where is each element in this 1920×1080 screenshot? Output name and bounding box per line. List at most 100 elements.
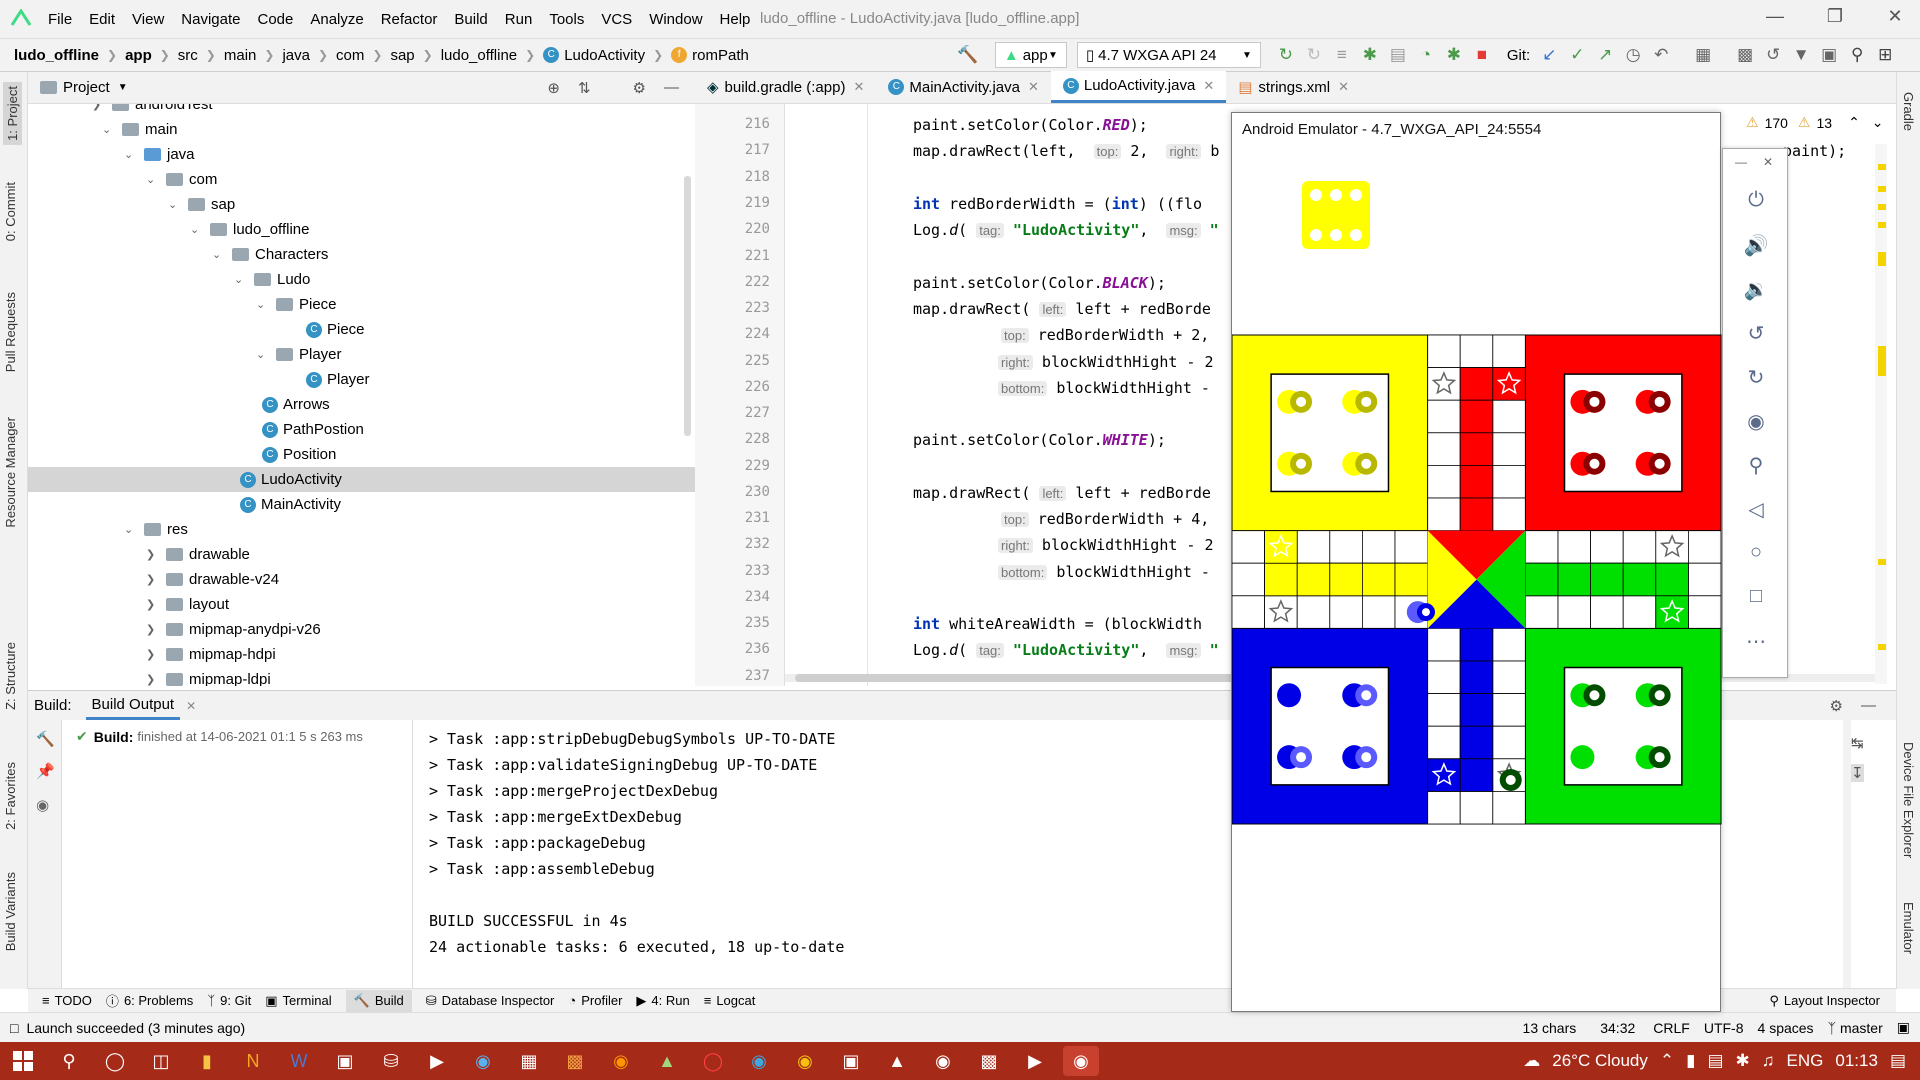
sdk-manager-icon[interactable]: ▼ <box>1790 44 1812 66</box>
word-icon[interactable]: W <box>281 1046 317 1076</box>
app-icon[interactable]: N <box>235 1046 271 1076</box>
tree-item[interactable]: ⌄ java <box>124 142 195 167</box>
ludo-game-screen[interactable] <box>1232 113 1722 1013</box>
minimize-icon[interactable]: — <box>1735 155 1747 169</box>
tree-item[interactable]: C Arrows <box>262 392 330 417</box>
task-view-icon[interactable]: ◫ <box>143 1046 179 1076</box>
editor-horizontal-scrollbar[interactable] <box>795 674 1235 682</box>
attach-debugger-icon[interactable]: ✱ <box>1443 44 1465 66</box>
menu-help[interactable]: Help <box>720 11 751 28</box>
tab-build-variants[interactable]: Build Variants <box>3 872 18 951</box>
tab-project[interactable]: 1: Project <box>3 82 22 145</box>
volume-up-icon[interactable]: 🔊 <box>1723 233 1789 258</box>
firefox-icon[interactable]: ◉ <box>603 1046 639 1076</box>
tab-run[interactable]: ▶ 4: Run <box>636 993 689 1009</box>
caret-position[interactable]: 34:32 <box>1600 1020 1635 1036</box>
app-icon[interactable]: ▶ <box>419 1046 455 1076</box>
hide-icon[interactable]: — <box>664 79 679 97</box>
hammer-build-icon[interactable]: 🔨 <box>957 44 979 66</box>
tab-logcat[interactable]: ≡ Logcat <box>704 993 756 1008</box>
tree-item[interactable]: ⌄ ludo_offline <box>190 217 309 242</box>
debug-icon[interactable]: ✱ <box>1359 44 1381 66</box>
gear-icon[interactable]: ⚙ <box>1830 697 1843 715</box>
tree-item[interactable]: ❯ drawable-v24 <box>146 567 279 592</box>
rollback-icon[interactable]: ↶ <box>1650 44 1672 66</box>
close-icon[interactable]: ✕ <box>1338 79 1349 95</box>
status-message[interactable]: Launch succeeded (3 minutes ago) <box>26 1020 245 1036</box>
menu-code[interactable]: Code <box>257 11 293 28</box>
tree-item[interactable]: ❯ layout <box>146 592 229 617</box>
breadcrumb-ludoactivity[interactable]: LudoActivity <box>564 47 645 64</box>
tree-item[interactable]: C PathPostion <box>262 417 364 442</box>
overview-icon[interactable]: □ <box>1723 585 1789 608</box>
avd-manager-icon[interactable]: ▩ <box>1734 44 1756 66</box>
menu-file[interactable]: File <box>48 11 72 28</box>
menu-window[interactable]: Window <box>649 11 702 28</box>
locate-icon[interactable]: ⊕ <box>547 79 560 97</box>
tree-item[interactable]: ❯ androidTest <box>92 104 213 117</box>
minimize-icon[interactable]: — <box>1760 6 1790 30</box>
git-push-icon[interactable]: ↗ <box>1594 44 1616 66</box>
menu-run[interactable]: Run <box>505 11 533 28</box>
windows-start-icon[interactable] <box>5 1046 41 1076</box>
menu-build[interactable]: Build <box>454 11 487 28</box>
tree-item-selected[interactable]: C LudoActivity <box>28 467 695 492</box>
app-icon[interactable]: ▣ <box>833 1046 869 1076</box>
search-icon[interactable]: ⚲ <box>1846 44 1868 66</box>
profile-icon[interactable]: ◔ <box>1415 44 1437 66</box>
tree-item[interactable]: C Player <box>306 367 370 392</box>
tab-mainactivity[interactable]: C MainActivity.java ✕ <box>876 71 1051 103</box>
close-icon[interactable]: ✕ <box>1203 78 1214 94</box>
wifi-icon[interactable]: ✱ <box>1736 1051 1750 1071</box>
tree-item[interactable]: ⌄ Piece <box>256 292 337 317</box>
app-icon[interactable]: ◉ <box>465 1046 501 1076</box>
volume-icon[interactable]: ♫ <box>1762 1051 1775 1071</box>
chrome-icon[interactable]: ◉ <box>787 1046 823 1076</box>
menu-edit[interactable]: Edit <box>89 11 115 28</box>
file-encoding[interactable]: UTF-8 <box>1704 1020 1744 1036</box>
back-icon[interactable]: ◁ <box>1723 497 1789 522</box>
soft-wrap-icon[interactable]: ↹ <box>1851 734 1864 752</box>
cortana-icon[interactable]: ◯ <box>97 1046 133 1076</box>
menu-analyze[interactable]: Analyze <box>310 11 363 28</box>
apply-changes-icon[interactable]: ↻ <box>1303 44 1325 66</box>
apply-code-changes-icon[interactable]: ≡ <box>1331 44 1353 66</box>
tab-pull-requests[interactable]: Pull Requests <box>3 292 18 372</box>
app-icon[interactable]: ◉ <box>925 1046 961 1076</box>
language-indicator[interactable]: ENG <box>1787 1051 1824 1071</box>
collapse-all-icon[interactable]: ⇅ <box>578 79 591 97</box>
edge-icon[interactable]: ◉ <box>741 1046 777 1076</box>
tree-item[interactable]: ❯ mipmap-ldpi <box>146 667 271 686</box>
more-icon[interactable]: ⋯ <box>1723 629 1789 654</box>
rotate-right-icon[interactable]: ↻ <box>1723 365 1789 390</box>
tab-emulator[interactable]: Emulator <box>1901 902 1916 954</box>
power-icon[interactable]: ⏻ <box>1723 189 1789 212</box>
terminal-icon[interactable]: ▩ <box>971 1046 1007 1076</box>
tree-item[interactable]: C MainActivity <box>240 492 341 517</box>
tab-layout-inspector[interactable]: ⚲ Layout Inspector <box>1769 993 1880 1009</box>
zoom-icon[interactable]: ⚲ <box>1723 453 1789 478</box>
tab-strings-xml[interactable]: ▤ strings.xml ✕ <box>1226 71 1361 103</box>
ludo-board[interactable] <box>1232 334 1722 825</box>
app-icon[interactable]: ▩ <box>557 1046 593 1076</box>
rerun-icon[interactable]: ↻ <box>1275 44 1297 66</box>
tab-profiler[interactable]: ◔ Profiler <box>568 993 622 1008</box>
notification-icon[interactable]: ▤ <box>1890 1051 1906 1071</box>
breadcrumb-sap[interactable]: sap <box>390 47 414 64</box>
tab-build-gradle[interactable]: ◈ build.gradle (:app) ✕ <box>695 71 876 103</box>
tree-item[interactable]: ⌄ Player <box>256 342 342 367</box>
tab-structure[interactable]: Z: Structure <box>3 642 18 710</box>
breadcrumb-rompath[interactable]: romPath <box>692 47 749 64</box>
tree-item[interactable]: ⌄ main <box>102 117 178 142</box>
stop-icon[interactable]: ■ <box>1471 44 1493 66</box>
tree-item[interactable]: ❯ mipmap-anydpi-v26 <box>146 617 321 642</box>
close-icon[interactable]: ✕ <box>1880 6 1910 30</box>
inspection-widget[interactable]: ⚠ 170 ⚠ 13 ⌃ ⌄ <box>1746 114 1884 131</box>
volume-down-icon[interactable]: 🔉 <box>1723 277 1789 302</box>
tab-ludoactivity[interactable]: C LudoActivity.java ✕ <box>1050 71 1227 103</box>
file-explorer-icon[interactable]: ▮ <box>189 1046 225 1076</box>
tree-scrollbar[interactable] <box>684 176 691 436</box>
tab-git[interactable]: ᛉ 9: Git <box>207 993 251 1008</box>
gear-icon[interactable]: ⚙ <box>633 79 646 97</box>
breadcrumb-app[interactable]: app <box>125 47 152 64</box>
